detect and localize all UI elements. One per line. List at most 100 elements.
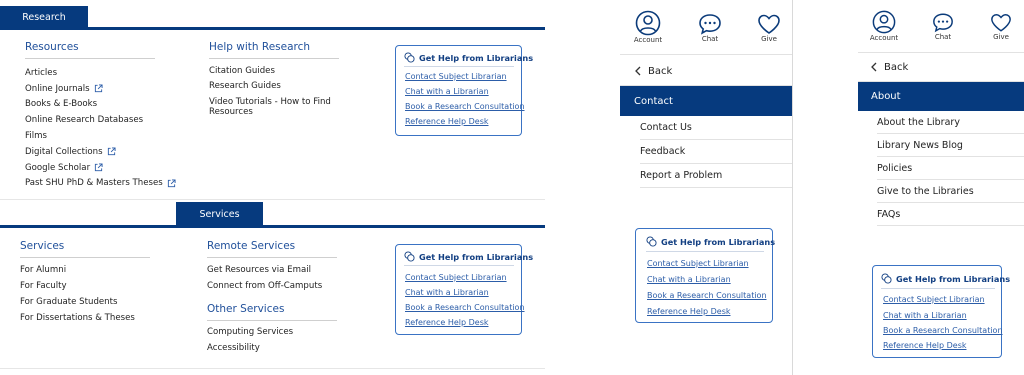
chat-bubbles-icon [881, 273, 892, 284]
library-news-blog-link[interactable]: Library News Blog [877, 134, 1024, 157]
resources-item[interactable]: Online Journals [25, 81, 195, 97]
account-button[interactable]: Account [628, 10, 668, 44]
about-section-label: About [871, 91, 901, 102]
reference-help-desk-link[interactable]: Reference Help Desk [647, 307, 731, 316]
contact-subject-librarian-link[interactable]: Contact Subject Librarian [647, 259, 749, 268]
for-alumni-link[interactable]: For Alumni [20, 265, 66, 275]
help-box-research: Get Help from Librarians Contact Subject… [395, 45, 533, 136]
resources-item-label: Online Research Databases [25, 115, 144, 126]
external-link-icon [94, 163, 103, 172]
resources-divider [25, 58, 155, 59]
services-divider [20, 257, 150, 258]
help-box-services: Get Help from Librarians Contact Subject… [395, 244, 533, 335]
resources-item[interactable]: Digital Collections [25, 144, 195, 160]
faqs-link[interactable]: FAQs [877, 203, 1024, 226]
mobile-contact-panel: Account Chat Give Back Contact Contact U… [620, 0, 792, 375]
chat-bubbles-icon [404, 251, 415, 262]
mobile-about-panel: Account Chat Give Back About About the L… [858, 0, 1024, 375]
reference-help-desk-link[interactable]: Reference Help Desk [883, 341, 967, 350]
contact-section-label: Contact [634, 95, 673, 107]
chat-with-librarian-link[interactable]: Chat with a Librarian [405, 87, 489, 96]
book-consultation-link[interactable]: Book a Research Consultation [405, 303, 525, 312]
for-faculty-link[interactable]: For Faculty [20, 281, 67, 291]
resources-heading: Resources [25, 41, 79, 53]
help-box-title-text: Get Help from Librarians [896, 273, 1011, 284]
resources-item-label: Digital Collections [25, 146, 103, 157]
accessibility-link[interactable]: Accessibility [207, 343, 260, 353]
for-graduate-students-link[interactable]: For Graduate Students [20, 297, 117, 307]
video-tutorials-link[interactable]: Video Tutorials - How to Find [209, 97, 331, 107]
resources-item[interactable]: Google Scholar [25, 160, 195, 176]
services-tab[interactable]: Services [176, 202, 263, 226]
heart-icon [758, 14, 780, 34]
give-to-libraries-link[interactable]: Give to the Libraries [877, 180, 1024, 203]
for-dissertations-link[interactable]: For Dissertations & Theses [20, 313, 135, 323]
give-button[interactable]: Give [986, 12, 1016, 41]
remote-services-divider [207, 257, 337, 258]
help-box-divider [646, 251, 764, 252]
contact-subject-librarian-link[interactable]: Contact Subject Librarian [405, 72, 507, 81]
chat-with-librarian-link[interactable]: Chat with a Librarian [647, 275, 731, 284]
back-label: Back [648, 65, 673, 77]
resources-item-label: Past SHU PhD & Masters Theses [25, 178, 163, 189]
panel-divider [858, 52, 1024, 53]
resources-item-label: Films [25, 131, 47, 142]
chat-button[interactable]: Chat [695, 13, 725, 43]
policies-link[interactable]: Policies [877, 157, 1024, 180]
resources-list: Articles Online Journals Books & E-Books On… [25, 65, 195, 191]
back-button[interactable]: Back [634, 64, 672, 78]
research-guides-link[interactable]: Research Guides [209, 81, 281, 91]
give-label: Give [993, 33, 1009, 41]
report-problem-link[interactable]: Report a Problem [640, 164, 792, 188]
chat-with-librarian-link[interactable]: Chat with a Librarian [883, 311, 967, 320]
contact-subject-librarian-link[interactable]: Contact Subject Librarian [883, 295, 985, 304]
give-label: Give [761, 35, 777, 43]
book-consultation-link[interactable]: Book a Research Consultation [883, 326, 1003, 335]
services-menu-rule [0, 225, 545, 228]
help-box-about: Get Help from Librarians Contact Subject… [872, 265, 1010, 358]
video-tutorials-link-cont[interactable]: Resources [209, 107, 253, 117]
citation-guides-link[interactable]: Citation Guides [209, 66, 275, 76]
back-label: Back [884, 61, 909, 73]
about-section-header[interactable]: About [858, 82, 1024, 111]
help-box-title-text: Get Help from Librarians [661, 236, 776, 247]
feedback-link[interactable]: Feedback [640, 140, 792, 164]
reference-help-desk-link[interactable]: Reference Help Desk [405, 117, 489, 126]
get-resources-email-link[interactable]: Get Resources via Email [207, 265, 311, 275]
back-button[interactable]: Back [870, 60, 908, 74]
book-consultation-link[interactable]: Book a Research Consultation [647, 291, 767, 300]
book-consultation-link[interactable]: Book a Research Consultation [405, 102, 525, 111]
connect-off-campus-link[interactable]: Connect from Off-Camputs [207, 281, 322, 291]
contact-us-link[interactable]: Contact Us [640, 116, 792, 140]
heart-icon [991, 13, 1011, 32]
resources-item[interactable]: Articles [25, 65, 195, 81]
resources-item[interactable]: Films [25, 128, 195, 144]
give-button[interactable]: Give [754, 13, 784, 43]
external-link-icon [167, 179, 176, 188]
help-box-title: Get Help from Librarians [404, 251, 533, 262]
resources-item[interactable]: Past SHU PhD & Masters Theses [25, 176, 195, 192]
chat-with-librarian-link[interactable]: Chat with a Librarian [405, 288, 489, 297]
panel-divider [620, 54, 792, 55]
account-button[interactable]: Account [864, 10, 904, 42]
other-services-heading: Other Services [207, 303, 285, 315]
help-box-title-text: Get Help from Librarians [419, 52, 534, 63]
resources-item-label: Google Scholar [25, 162, 91, 173]
chevron-left-icon [635, 66, 641, 76]
contact-section-header[interactable]: Contact [620, 86, 792, 116]
resources-item[interactable]: Online Research Databases [25, 112, 195, 128]
contact-subject-librarian-link[interactable]: Contact Subject Librarian [405, 273, 507, 282]
computing-services-link[interactable]: Computing Services [207, 327, 293, 337]
menu-separator [0, 199, 545, 200]
chat-label: Chat [701, 35, 719, 43]
resources-item[interactable]: Books & E-Books [25, 97, 195, 113]
account-icon [872, 10, 896, 34]
about-library-link[interactable]: About the Library [877, 111, 1024, 134]
research-tab[interactable]: Research [0, 6, 88, 28]
help-box-divider [881, 288, 995, 289]
resources-item-label: Articles [25, 67, 58, 78]
reference-help-desk-link[interactable]: Reference Help Desk [405, 318, 489, 327]
research-menu-rule [0, 27, 545, 30]
chat-button[interactable]: Chat [928, 12, 958, 41]
help-box-contact: Get Help from Librarians Contact Subject… [635, 228, 776, 323]
